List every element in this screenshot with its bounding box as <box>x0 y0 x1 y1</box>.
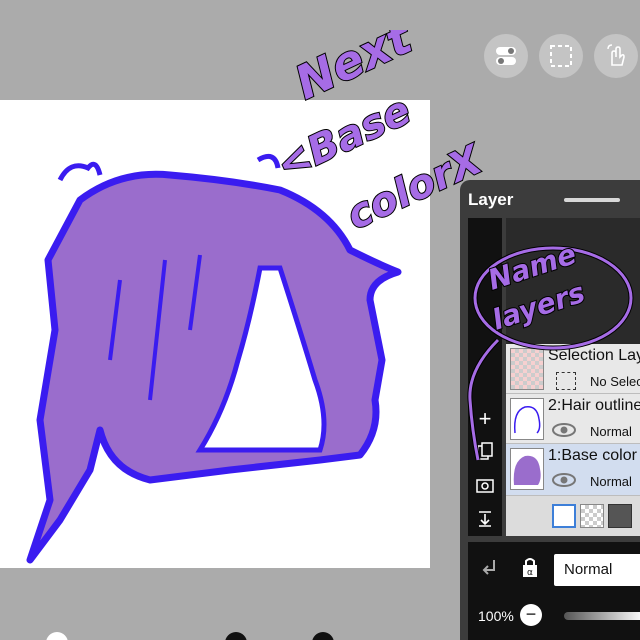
layer-bottom-dock: α Normal 100% − <box>468 542 640 640</box>
camera-icon <box>476 479 494 493</box>
selection-tool-button[interactable] <box>539 34 583 78</box>
clip-arrow-icon[interactable] <box>480 558 500 578</box>
selection-dashed-icon <box>556 372 576 390</box>
camera-import-button[interactable] <box>468 470 502 500</box>
svg-text:α: α <box>527 568 533 578</box>
visibility-eye-icon[interactable] <box>552 422 576 438</box>
layer-row-hair-outline[interactable]: 2:Hair outline Normal <box>506 394 640 444</box>
add-layer-button[interactable]: + <box>468 404 502 434</box>
layer-mode-text: No Selection <box>590 374 640 389</box>
layer-preview-area <box>506 218 640 344</box>
bottom-tool-dot[interactable] <box>46 632 68 640</box>
layer-fill-options <box>506 496 640 536</box>
toggle-icon-button[interactable] <box>484 34 528 78</box>
gesture-tool-button[interactable] <box>594 34 638 78</box>
merge-icon <box>479 511 491 527</box>
copy-icon <box>477 442 493 460</box>
layer-name: Selection Layer <box>548 347 640 364</box>
opacity-slider[interactable] <box>564 612 640 620</box>
layer-side-toolbar: + <box>468 218 502 536</box>
layer-blend-mode: Normal <box>590 424 632 439</box>
fill-white-option[interactable] <box>552 504 576 528</box>
layer-row-base-color[interactable]: 1:Base color Normal <box>506 444 640 496</box>
bottom-tool-dot[interactable] <box>225 632 247 640</box>
merge-down-button[interactable] <box>468 504 502 534</box>
hand-touch-icon <box>607 44 625 66</box>
marquee-select-icon <box>550 45 572 67</box>
fill-transparent-option[interactable] <box>580 504 604 528</box>
layer-thumbnail <box>510 448 544 490</box>
layer-panel-title: Layer <box>468 190 514 209</box>
zoom-level: 100% <box>478 608 514 624</box>
layer-name: 1:Base color <box>548 447 637 464</box>
visibility-eye-icon[interactable] <box>552 472 576 488</box>
bottom-tool-dot[interactable] <box>312 632 334 640</box>
panel-drag-handle[interactable] <box>564 198 620 202</box>
layer-row-selection[interactable]: Selection Layer No Selection <box>506 344 640 394</box>
layer-thumbnail <box>510 348 544 390</box>
fill-dark-option[interactable] <box>608 504 632 528</box>
toggle-icon <box>496 47 516 65</box>
blend-mode-select[interactable]: Normal <box>554 554 640 586</box>
hair-artwork <box>26 153 402 564</box>
zoom-out-button[interactable]: − <box>520 604 542 626</box>
layer-blend-mode: Normal <box>590 474 632 489</box>
layer-thumbnail <box>510 398 544 440</box>
layer-name: 2:Hair outline <box>548 397 640 414</box>
alpha-lock-icon[interactable]: α <box>520 556 540 578</box>
duplicate-layer-button[interactable] <box>468 436 502 466</box>
